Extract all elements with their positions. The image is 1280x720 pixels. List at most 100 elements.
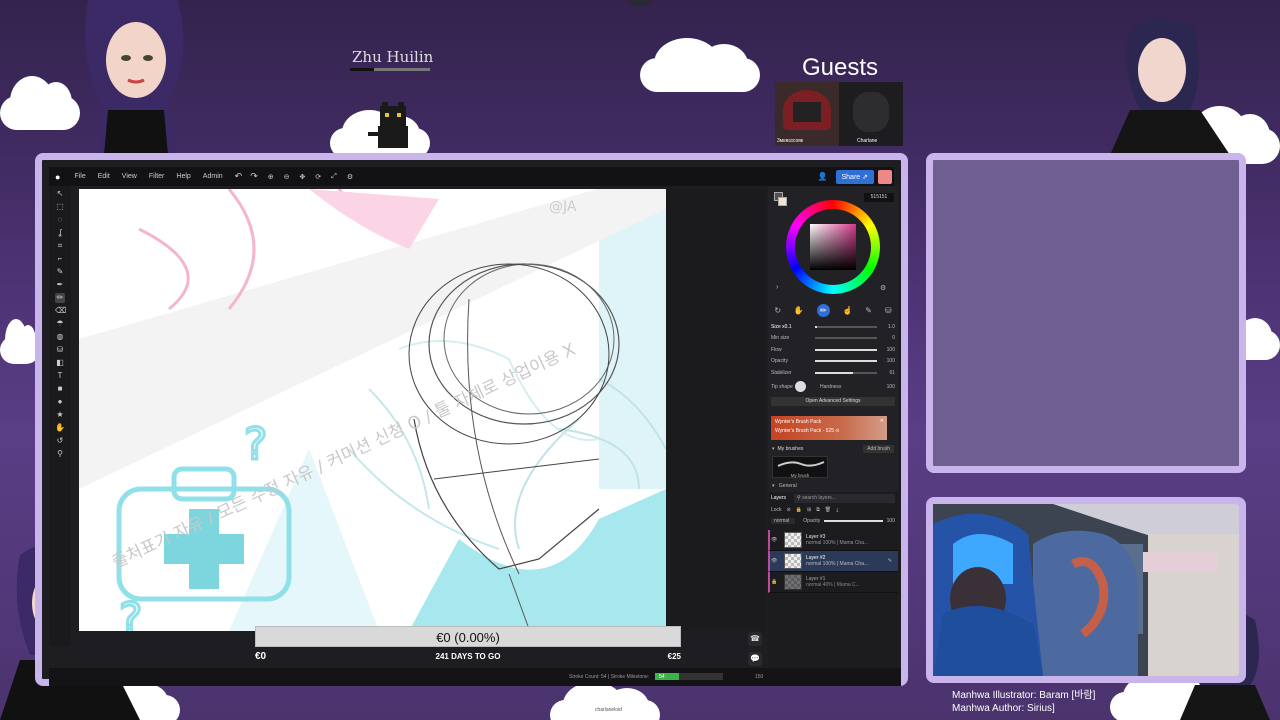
opacity-label: Opacity — [771, 358, 788, 365]
eye-icon[interactable]: 👁 — [771, 537, 777, 543]
menu-view[interactable]: View — [122, 173, 137, 180]
min-size-slider[interactable]: Min size 0 — [768, 333, 898, 345]
brush-panel: 515151 › ⚙ ↻ ✋ ✏ ☝ ✎ ⛁ Size x0.1 1.0 Min… — [768, 186, 898, 680]
layer-row[interactable]: 🔒 Layer #1 normal 40% | Mama C... — [768, 572, 898, 593]
copy-layer-icon[interactable]: ⧉ — [816, 507, 820, 513]
layer-row[interactable]: 👁 Layer #3 normal 100% | Mama Cha... — [768, 530, 898, 551]
donation-bar: €0 (0.00%) — [255, 626, 681, 647]
avatar[interactable] — [878, 169, 892, 184]
zoom-in-icon[interactable]: ⊕ — [268, 173, 274, 181]
menu-filter[interactable]: Filter — [149, 173, 165, 180]
stabilizer-label: Stabilizer — [771, 369, 792, 376]
layers-tab[interactable]: Layers — [771, 495, 786, 501]
general-label: General — [778, 483, 797, 489]
color-wheel[interactable] — [786, 200, 880, 294]
lock-icon[interactable]: 🔒 — [796, 507, 802, 513]
illustrator-credit: Manhwa Illustrator: Baram [바람] — [952, 690, 1096, 701]
zoom-out-icon[interactable]: ⊖ — [284, 173, 290, 181]
color-settings-icon[interactable]: ⚙ — [880, 284, 886, 292]
rectangle-tool-icon[interactable]: ■ — [55, 384, 65, 394]
secondary-color-swatch[interactable] — [778, 197, 787, 206]
opacity-slider[interactable]: Opacity 100 — [768, 356, 898, 368]
chat-icon[interactable]: ☎ — [748, 632, 762, 646]
redo-icon[interactable]: ↷ — [250, 171, 258, 182]
tip-shape-icon[interactable] — [795, 381, 806, 392]
donation-days-left: 241 DAYS TO GO — [435, 652, 501, 661]
transform-tool-icon[interactable]: ⌗ — [55, 241, 65, 251]
smudge-tool-icon[interactable]: ☂ — [55, 319, 65, 329]
my-brushes-label: My brushes — [777, 446, 804, 452]
drawing-app-window: ● File Edit View Filter Help Admin ↶ ↷ ⊕… — [35, 153, 908, 686]
smudge-icon[interactable]: ✋ — [794, 306, 804, 315]
webcam-panel — [926, 497, 1246, 683]
hand-tool-icon[interactable]: ✋ — [55, 423, 65, 433]
eye-icon[interactable]: 👁 — [771, 558, 777, 564]
gradient-tool-icon[interactable]: ◧ — [55, 358, 65, 368]
lasso-tool-icon[interactable]: ʆ — [55, 228, 65, 238]
blend-icon[interactable]: ☝ — [843, 306, 853, 315]
add-brush-button[interactable]: Add brush — [863, 445, 894, 453]
merge-layer-icon[interactable]: ⤓ — [836, 507, 838, 513]
select-ellipse-tool-icon[interactable]: ◌ — [55, 215, 65, 225]
share-button[interactable]: Share ⇗ — [835, 169, 874, 184]
fill-tool-icon[interactable]: ⛁ — [55, 345, 65, 355]
app-statusbar: Stroke Count: 54 | Stroke Milestone: 54 … — [49, 668, 901, 686]
general-header[interactable]: ▾ General — [772, 483, 894, 489]
size-slider[interactable]: Size x0.1 1.0 — [768, 321, 898, 333]
crop-tool-icon[interactable]: ⌐ — [55, 254, 65, 264]
guest-tile: Charlane — [839, 82, 903, 146]
lock-transparency-icon[interactable]: ⊘ — [787, 507, 791, 513]
hex-input[interactable]: 515151 — [864, 193, 894, 202]
flow-slider[interactable]: Flow 100 — [768, 344, 898, 356]
layer-opacity-value: 100 — [886, 517, 895, 524]
comment-icon[interactable]: 💬 — [748, 652, 762, 666]
active-brush-icon[interactable]: ✏ — [816, 303, 830, 317]
menu-admin[interactable]: Admin — [203, 173, 223, 180]
pen-tool-icon[interactable]: ✒ — [55, 280, 65, 290]
hardness-value: 100 — [886, 383, 895, 390]
drawing-canvas[interactable]: ? ? 출처표기 자유 / 모든 수정 자유 / 커미션 신청 O / 툴 자체… — [79, 189, 666, 631]
delete-layer-icon[interactable]: 🗑 — [825, 507, 831, 513]
move-tool-icon[interactable]: ↖ — [55, 189, 65, 199]
eraser-tool-icon[interactable]: ⌫ — [55, 306, 66, 316]
menu-file[interactable]: File — [74, 173, 85, 180]
settings-icon[interactable]: ⚙ — [347, 173, 353, 181]
star-tool-icon[interactable]: ★ — [55, 410, 65, 420]
brush-pack-banner[interactable]: Wynter's Brush Pack Wynter's Brush Pack … — [771, 416, 887, 440]
open-advanced-settings-button[interactable]: Open Advanced Settings — [771, 396, 895, 406]
menu-edit[interactable]: Edit — [98, 173, 110, 180]
stabilizer-slider[interactable]: Stabilizer 61 — [768, 367, 898, 379]
color-saturation-square[interactable] — [810, 224, 856, 270]
layer-row-selected[interactable]: 👁 Layer #2 normal 100% | Mama Cha... ✎ — [768, 551, 898, 572]
add-layer-icon[interactable]: ⊞ — [807, 507, 811, 513]
lasso-fill-icon[interactable]: ↻ — [774, 306, 781, 315]
guest-name: 3ᴍᴇʀɢɪᴄᴏʀᴇ — [777, 138, 804, 144]
fullscreen-icon[interactable]: ⤢ — [331, 173, 337, 181]
zoom-tool-icon[interactable]: ⚲ — [55, 449, 65, 459]
blend-mode-select[interactable]: normal — [771, 517, 796, 524]
my-brush-name: My brush — [790, 473, 810, 478]
undo-icon[interactable]: ↶ — [235, 171, 243, 182]
menu-help[interactable]: Help — [176, 173, 190, 180]
hand-icon[interactable]: ✥ — [299, 173, 305, 181]
search-icon: ⚲ — [797, 494, 801, 501]
pencil-icon[interactable]: ✎ — [865, 306, 872, 315]
rotate-icon[interactable]: ⟳ — [315, 173, 321, 181]
streamer-name: Zhu Huilin — [352, 48, 434, 66]
ellipse-tool-icon[interactable]: ● — [55, 397, 65, 407]
blur-tool-icon[interactable]: ◍ — [55, 332, 65, 342]
layer-search-input[interactable]: ⚲ search layers... — [794, 493, 895, 503]
brush-tool-icon[interactable]: ✏ — [55, 293, 65, 303]
select-rect-tool-icon[interactable]: ⬚ — [55, 202, 65, 212]
bucket-icon[interactable]: ⛁ — [885, 306, 892, 315]
eyedropper-tool-icon[interactable]: ✎ — [55, 267, 65, 277]
user-icon[interactable]: 👤 — [818, 172, 828, 181]
app-logo-icon[interactable]: ● — [55, 172, 60, 182]
rotate-tool-icon[interactable]: ↺ — [55, 436, 65, 446]
expand-icon[interactable]: › — [776, 284, 778, 291]
my-brushes-header[interactable]: ▾ My brushes Add brush — [772, 445, 894, 453]
text-tool-icon[interactable]: T — [55, 371, 65, 381]
close-icon[interactable]: ✕ — [880, 418, 884, 424]
lock-icon[interactable]: 🔒 — [771, 579, 777, 585]
my-brush-tile[interactable]: My brush — [772, 456, 828, 478]
